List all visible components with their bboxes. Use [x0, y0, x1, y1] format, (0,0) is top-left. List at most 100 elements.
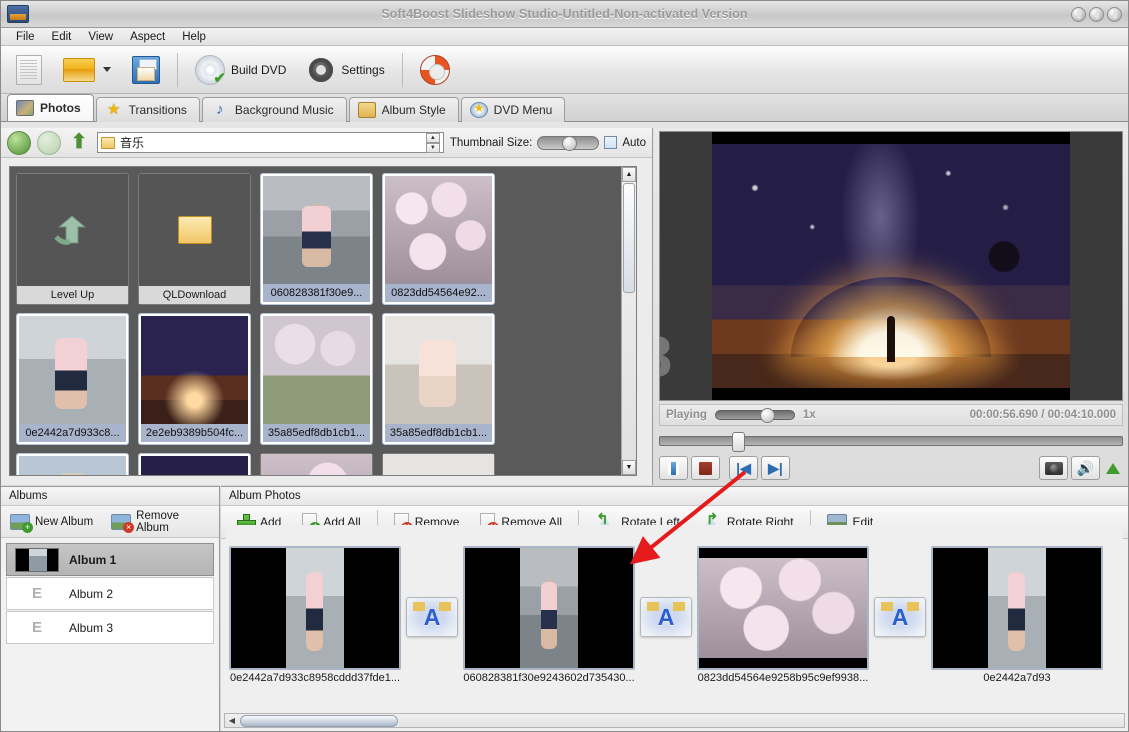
photo-thumb [263, 176, 370, 284]
clipboard-icon [357, 102, 376, 118]
speed-slider[interactable] [714, 408, 795, 423]
person-silhouette [887, 316, 896, 363]
grid-item-photo[interactable]: 0823dd54564e92... [382, 173, 495, 305]
tab-dvd-menu-label: DVD Menu [493, 103, 553, 117]
minimize-button[interactable] [1071, 6, 1086, 22]
player-status: Playing [666, 409, 707, 421]
album-item-label: Album 1 [69, 552, 117, 567]
snapshot-button[interactable] [1039, 456, 1068, 480]
auto-checkbox[interactable] [604, 136, 618, 149]
transition-slot[interactable]: A [869, 597, 931, 637]
menu-help[interactable]: Help [175, 30, 213, 44]
tab-album-style[interactable]: Album Style [348, 97, 459, 122]
grid-item-photo[interactable]: 35a85edf8db1cb1... [382, 313, 495, 445]
tab-transitions[interactable]: ★ Transitions [95, 97, 200, 122]
spinner-up-icon[interactable]: ▲ [425, 133, 440, 143]
transition-thumbnail[interactable]: A [406, 597, 458, 637]
album-photos-panel: Album Photos Add Add All Remove Remove A… [221, 486, 1128, 731]
build-dvd-button[interactable]: Build DVD [186, 49, 295, 91]
photo-thumb [383, 454, 494, 475]
green-triangle-icon [1106, 462, 1120, 474]
grid-item-photo[interactable]: 060828381f30e9... [260, 173, 373, 305]
filmstrip-scrollbar[interactable]: ◀ [224, 713, 1125, 728]
star-icon: ★ [106, 101, 121, 118]
spinner-down-icon[interactable]: ▼ [425, 143, 440, 153]
film-strip[interactable]: 0e2442a7d933c8958cddd37fde1... A 0608283… [226, 525, 1123, 709]
grid-item-photo[interactable] [260, 453, 373, 475]
stop-icon [699, 461, 712, 475]
seek-slider[interactable] [659, 432, 1123, 452]
path-spinner[interactable]: ▲ ▼ [425, 133, 440, 153]
stop-button[interactable] [691, 456, 720, 480]
menu-view[interactable]: View [81, 30, 120, 44]
grid-item-photo[interactable]: 0e2442a7d933c8... [16, 313, 129, 445]
grid-scrollbar[interactable]: ▲ ▼ [621, 167, 636, 475]
maximize-button[interactable] [1089, 6, 1104, 22]
tab-photos[interactable]: Photos [7, 94, 94, 121]
thumbnail-size-label: Thumbnail Size: [449, 136, 533, 149]
grid-item-photo[interactable] [382, 453, 495, 475]
albums-panel: Albums New Album Remove Album Album 1 E … [1, 486, 220, 731]
close-button[interactable] [1107, 6, 1122, 22]
toolbar-separator [177, 52, 178, 87]
preview-image [712, 132, 1070, 400]
grid-item-photo[interactable]: 2e2eb9389b504fc... [138, 313, 251, 445]
slide-item[interactable]: 0e2442a7d933c8958cddd37fde1... [229, 546, 401, 688]
open-project-button[interactable] [54, 49, 120, 91]
grid-item-photo[interactable]: 50da81cb39dbb6f... [138, 453, 251, 475]
seek-handle[interactable] [732, 432, 745, 452]
grid-item-photo[interactable]: 377adab44aed2e... [16, 453, 129, 475]
menu-edit[interactable]: Edit [45, 30, 79, 44]
grid-item-photo[interactable]: 35a85edf8db1cb1... [260, 313, 373, 445]
new-project-button[interactable] [7, 49, 51, 91]
scroll-up-arrow-icon[interactable]: ▲ [622, 167, 636, 182]
up-folder-icon[interactable]: ⬆ [67, 131, 91, 155]
forward-button[interactable] [37, 130, 61, 155]
slide-list: 0e2442a7d933c8958cddd37fde1... A 0608283… [226, 525, 1123, 709]
thumbnail-size-slider[interactable] [537, 135, 600, 151]
settings-label: Settings [341, 62, 385, 77]
remove-album-label: Remove Album [136, 509, 179, 534]
album-item-1[interactable]: Album 1 [6, 543, 214, 576]
settings-button[interactable]: Settings [298, 49, 393, 91]
previous-button[interactable]: |◀ [729, 456, 758, 480]
album-item-2[interactable]: E Album 2 [6, 577, 214, 610]
new-album-button[interactable]: New Album [1, 507, 102, 537]
transition-slot[interactable]: A [401, 597, 463, 637]
pause-button[interactable] [659, 456, 688, 480]
next-icon: ▶| [768, 460, 783, 476]
slide-item[interactable]: 0e2442a7d93 [931, 546, 1103, 688]
tab-background-music[interactable]: ♪ Background Music [201, 97, 347, 122]
back-button[interactable] [7, 130, 31, 155]
menu-file[interactable]: File [9, 30, 42, 44]
transition-thumbnail[interactable]: A [640, 597, 692, 637]
tab-dvd-menu[interactable]: DVD Menu [460, 97, 566, 122]
transition-thumbnail[interactable]: A [874, 597, 926, 637]
menu-aspect[interactable]: Aspect [123, 30, 172, 44]
folder-thumb [139, 174, 250, 286]
music-note-icon: ♪ [216, 101, 224, 118]
next-button[interactable]: ▶| [761, 456, 790, 480]
photos-icon [16, 100, 34, 116]
transition-slot[interactable]: A [635, 597, 697, 637]
video-screen: 8 [659, 131, 1123, 401]
remove-album-button[interactable]: Remove Album [102, 507, 203, 537]
grid-item-qldownload[interactable]: QLDownload [138, 173, 251, 305]
scroll-left-arrow-icon[interactable]: ◀ [225, 716, 239, 725]
path-input[interactable]: 音乐 ▲ ▼ [97, 132, 444, 153]
toolbar-separator-2 [401, 52, 403, 87]
save-project-button[interactable] [123, 49, 169, 91]
scroll-down-arrow-icon[interactable]: ▼ [622, 460, 636, 475]
grid-item-level-up[interactable]: Level Up [16, 173, 129, 305]
volume-level-indicator[interactable] [1103, 456, 1123, 480]
chevron-down-icon[interactable] [103, 67, 111, 72]
level-up-icon [53, 215, 86, 245]
volume-button[interactable]: 🔊 [1071, 456, 1100, 480]
slide-name: 0e2442a7d933c8958cddd37fde1... [229, 672, 401, 684]
scrollbar-thumb[interactable] [623, 183, 635, 293]
album-item-3[interactable]: E Album 3 [6, 611, 214, 644]
slide-item[interactable]: 060828381f30e9243602d735430... [463, 546, 635, 688]
scrollbar-thumb[interactable] [240, 714, 398, 727]
help-button[interactable] [411, 49, 459, 91]
slide-item[interactable]: 0823dd54564e9258b95c9ef9938... [697, 546, 869, 688]
